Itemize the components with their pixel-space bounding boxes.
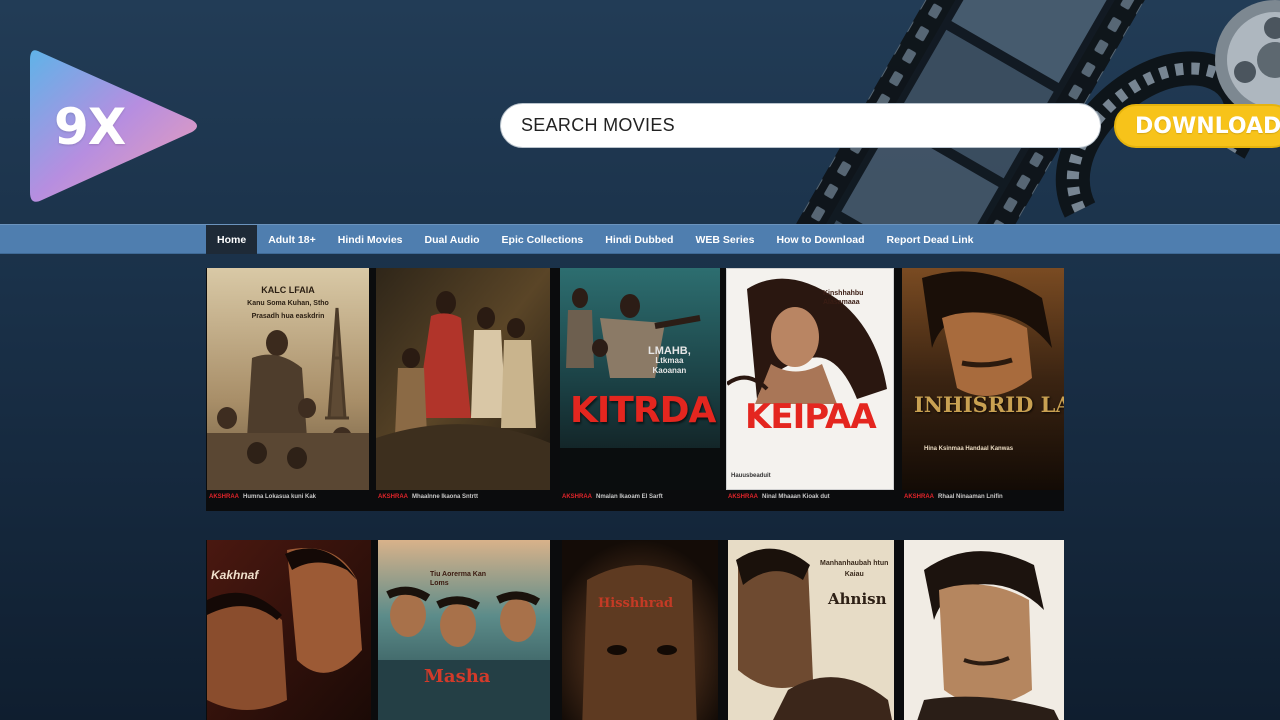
movie-poster[interactable] (904, 540, 1064, 720)
movie-poster[interactable]: KALC LFAIA Kanu Soma Kuhan, Stho Prasadh… (207, 268, 369, 490)
nav-item-hindi-movies[interactable]: Hindi Movies (327, 225, 414, 254)
poster-title: Ahnisn (828, 590, 887, 608)
poster-subtitle: Prasadh hua easkdrin (251, 313, 325, 320)
poster-title: Hisshhrad (598, 596, 674, 611)
caption-tag: AKSHRAA (378, 494, 408, 500)
nav-item-dual-audio[interactable]: Dual Audio (414, 225, 491, 254)
poster-tagline: Kaoanan (652, 366, 687, 375)
caption-text: Mhaalnne Ikaona Sntrtt (412, 494, 479, 500)
caption-tag: AKSHRAA (562, 494, 592, 500)
poster-subtitle: Kanu Soma Kuhan, Stho (247, 300, 329, 307)
poster-tagline: Kinshhahbu (823, 290, 864, 297)
poster-subtitle: Hina Ksinmaa Handaal Kanwas (924, 446, 1014, 452)
movie-poster[interactable]: INHISRID LANSHIDA Hina Ksinmaa Handaal K… (902, 268, 1064, 490)
poster-title: KITRDA (570, 390, 716, 431)
caption-text: Rhaal Ninaaman Lnifin (938, 494, 1003, 500)
movie-poster[interactable]: Manhanhaubah htun Kaiau Ahnisn (728, 540, 894, 720)
caption-tag: AKSHRAA (209, 494, 239, 500)
poster-tagline: Manhanhaubah htun (820, 560, 889, 567)
poster-tagline: Alasamaaa (823, 299, 860, 306)
poster-tagline: Ltkmaa (655, 356, 684, 365)
poster-footer: Hauusbeaduit (731, 473, 771, 479)
movie-card[interactable]: Kinshhahbu Alasamaaa KEIPAA Hauusbeaduit… (726, 268, 894, 511)
poster-tagline: LMAHB, (648, 345, 691, 357)
search-input[interactable] (521, 115, 1100, 136)
search-bar[interactable] (500, 103, 1101, 148)
nav-item-adult[interactable]: Adult 18+ (257, 225, 327, 254)
movie-caption: AKSHRAA Rhaal Ninaaman Lnifin (904, 494, 1064, 504)
movie-card[interactable]: KALC LFAIA Kanu Soma Kuhan, Stho Prasadh… (207, 268, 369, 511)
poster-title: KALC LFAIA (261, 285, 315, 295)
caption-tag: AKSHRAA (904, 494, 934, 500)
movie-caption: AKSHRAA Mhaalnne Ikaona Sntrtt (378, 494, 550, 504)
movie-poster[interactable]: Kakhnaf (207, 540, 371, 720)
poster-title: KEIPAA (745, 397, 877, 437)
main-nav: Home Adult 18+ Hindi Movies Dual Audio E… (0, 224, 1280, 254)
nav-item-epic-collections[interactable]: Epic Collections (491, 225, 595, 254)
poster-title: Kakhnaf (211, 568, 259, 582)
caption-text: Ninal Mhaaan Kioak dut (762, 494, 830, 500)
nav-item-home[interactable]: Home (206, 225, 258, 254)
movie-card[interactable]: INHISRID LANSHIDA Hina Ksinmaa Handaal K… (902, 268, 1064, 511)
movie-card[interactable]: Manhanhaubah htun Kaiau Ahnisn (728, 540, 894, 720)
movie-poster[interactable]: Hisshhrad (562, 540, 718, 720)
caption-text: Nmalan Ikaoam El Sarft (596, 494, 663, 500)
movie-caption: AKSHRAA Ninal Mhaaan Kioak dut (728, 494, 894, 504)
movie-card[interactable]: AKSHRAA Mhaalnne Ikaona Sntrtt (376, 268, 550, 511)
caption-text: Humna Lokasua kuni Kak (243, 494, 317, 500)
poster-tagline: Kaiau (844, 571, 864, 578)
movie-poster[interactable]: Tiu Aorerma Kan Loms Masha (378, 540, 550, 720)
poster-title: Masha (424, 666, 491, 687)
poster-title: INHISRID LANSHIDA (914, 392, 1064, 417)
movie-card[interactable] (904, 540, 1064, 720)
header: 9X DOWNLOAD (0, 0, 1280, 224)
movie-poster[interactable]: Kinshhahbu Alasamaaa KEIPAA Hauusbeaduit (726, 268, 894, 490)
poster-tagline: Tiu Aorerma Kan (430, 571, 487, 578)
nav-item-report-dead-link[interactable]: Report Dead Link (876, 225, 985, 254)
caption-tag: AKSHRAA (728, 494, 758, 500)
movie-card[interactable]: Hisshhrad (562, 540, 718, 720)
movie-poster[interactable]: LMAHB, Ltkmaa Kaoanan KITRDA (560, 268, 720, 490)
movie-card[interactable]: LMAHB, Ltkmaa Kaoanan KITRDA AKSHRAA Nmal… (560, 268, 720, 511)
movie-poster[interactable] (376, 268, 550, 490)
nav-item-hindi-dubbed[interactable]: Hindi Dubbed (594, 225, 684, 254)
nav-item-how-to-download[interactable]: How to Download (765, 225, 875, 254)
download-button[interactable]: DOWNLOAD (1114, 104, 1280, 148)
movie-grid-row-1: KALC LFAIA Kanu Soma Kuhan, Stho Prasadh… (206, 268, 1064, 511)
logo-text[interactable]: 9X (54, 98, 126, 156)
movie-caption: AKSHRAA Humna Lokasua kuni Kak (209, 494, 369, 504)
movie-caption: AKSHRAA Nmalan Ikaoam El Sarft (562, 494, 720, 504)
poster-tagline: Loms (430, 580, 449, 587)
movie-card[interactable]: Kakhnaf (207, 540, 371, 720)
movie-card[interactable]: Tiu Aorerma Kan Loms Masha (378, 540, 550, 720)
movie-grid-row-2: Kakhnaf Tiu Aorerma Kan Loms Masha Hissh… (206, 540, 1064, 720)
nav-item-web-series[interactable]: WEB Series (684, 225, 765, 254)
